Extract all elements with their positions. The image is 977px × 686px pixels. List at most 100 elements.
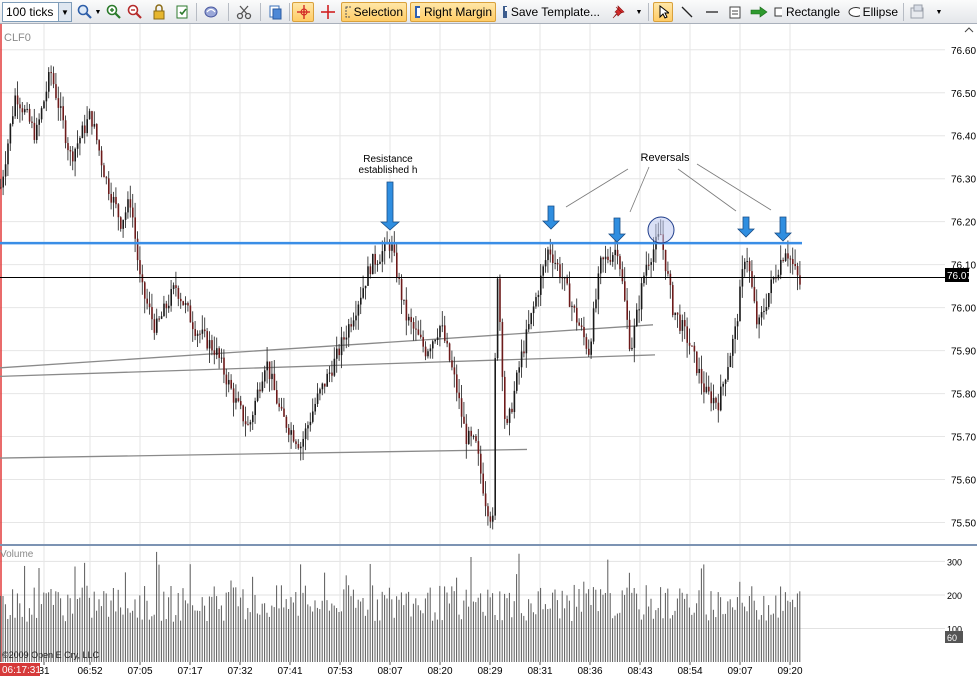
price-bar — [748, 261, 751, 272]
price-bar — [765, 306, 768, 311]
zoom-icon[interactable] — [75, 2, 95, 22]
volume-panel[interactable]: Volume ©2009 Open E Cry, LLC — [0, 546, 945, 662]
cross-icon[interactable] — [318, 2, 338, 22]
price-bar — [412, 322, 415, 329]
price-bar — [523, 351, 525, 354]
crosshair-icon[interactable] — [292, 2, 314, 22]
notepad-icon[interactable] — [725, 2, 745, 22]
price-tick-label: 75.80 — [951, 390, 976, 401]
zoom-dropdown-icon[interactable]: ▼ — [94, 2, 102, 22]
save-template-button[interactable]: Save Template... — [499, 2, 603, 22]
trendline[interactable] — [0, 448, 528, 459]
time-axis-label: 09:20 — [777, 666, 802, 677]
time-axis-label: 08:54 — [677, 666, 702, 677]
price-bar — [583, 326, 585, 338]
zoom-out-icon[interactable] — [125, 2, 145, 22]
price-bar — [218, 348, 220, 358]
price-bar — [348, 324, 350, 338]
price-bar — [252, 415, 254, 423]
price-bar — [770, 279, 772, 294]
toolbar-overflow-icon[interactable]: ▼ — [634, 2, 644, 22]
price-bar — [703, 383, 705, 393]
price-chart[interactable]: CLF0 Resistance established h Reversals — [0, 24, 945, 544]
price-bar — [148, 303, 151, 308]
time-axis-label: 07:53 — [327, 666, 352, 677]
copy-icon[interactable] — [265, 2, 285, 22]
right-margin-button[interactable]: Right Margin — [410, 2, 496, 22]
volume-bars — [0, 551, 801, 662]
price-bar — [571, 305, 573, 307]
ticks-dropdown[interactable]: 100 ticks ▼ — [2, 2, 72, 22]
price-bar — [607, 256, 609, 260]
hline-icon[interactable] — [702, 2, 722, 22]
price-bar — [369, 266, 372, 275]
cursor-time-value: 06:17:31 — [2, 665, 41, 676]
price-bar — [573, 305, 576, 308]
price-bar — [417, 329, 420, 335]
reversal-arrow-icon — [774, 216, 792, 242]
price-bar — [470, 430, 472, 437]
rectangle-tool[interactable]: Rectangle — [771, 2, 843, 22]
reversal-highlight-circle[interactable] — [647, 216, 675, 244]
price-bar — [309, 421, 312, 426]
line-icon[interactable] — [677, 2, 697, 22]
price-chart-canvas[interactable]: CLF0 Resistance established h Reversals — [0, 24, 945, 544]
price-bar — [729, 355, 732, 368]
price-bar — [223, 357, 225, 375]
price-bar — [357, 304, 360, 316]
time-axis[interactable]: 31 06:52 07:05 07:17 07:32 07:41 07:53 08:07 08:… — [0, 662, 977, 683]
arrow-icon[interactable] — [749, 2, 769, 22]
reversal-arrow-icon — [542, 205, 560, 230]
chart-template-icon[interactable] — [907, 2, 927, 22]
copyright-text: ©2009 Open E Cry, LLC — [2, 650, 100, 660]
price-bar — [799, 275, 801, 285]
pin-icon[interactable] — [609, 2, 629, 22]
chart-toolbar: 100 ticks ▼ ▼ Selection Right Margin Sav… — [0, 0, 977, 24]
price-bar — [43, 101, 45, 109]
price-bar — [679, 314, 681, 331]
price-bar — [374, 253, 376, 265]
price-bar — [247, 424, 249, 426]
volume-axis[interactable]: 300200100 60 — [945, 546, 977, 662]
zoom-in-icon[interactable] — [104, 2, 124, 22]
ellipse-tool[interactable]: Ellipse — [845, 2, 901, 22]
price-bar — [698, 368, 700, 374]
export-icon[interactable] — [172, 2, 192, 22]
price-bar — [225, 374, 228, 385]
price-axis[interactable]: 76.6076.5076.4076.3076.2076.1076.0075.90… — [945, 24, 977, 544]
vertical-scrollbar[interactable] — [961, 24, 977, 34]
price-bar — [792, 259, 794, 264]
price-bar — [249, 422, 252, 425]
price-bar — [182, 301, 184, 305]
price-tick-label: 76.40 — [951, 132, 976, 143]
price-bar — [782, 259, 784, 261]
price-bar — [122, 219, 124, 229]
price-bar — [124, 212, 127, 220]
price-bar — [780, 259, 782, 275]
price-bar — [398, 277, 400, 279]
price-bar — [127, 199, 129, 213]
price-bar — [727, 367, 729, 380]
price-bar — [559, 264, 561, 278]
pointer-icon[interactable] — [653, 2, 673, 22]
scissors-icon[interactable] — [234, 2, 254, 22]
price-bar — [588, 348, 590, 355]
price-bar — [451, 360, 453, 368]
trendlines[interactable] — [0, 324, 656, 459]
chevron-down-icon[interactable]: ▼ — [58, 3, 71, 21]
time-axis-label: 08:43 — [627, 666, 652, 677]
volume-chart-canvas[interactable]: Volume ©2009 Open E Cry, LLC — [0, 546, 945, 662]
price-bar — [278, 403, 280, 407]
selection-button[interactable]: Selection — [341, 2, 407, 22]
properties-icon[interactable] — [201, 2, 221, 22]
price-bar — [52, 73, 55, 85]
price-bar — [324, 383, 326, 387]
price-bar — [79, 137, 81, 144]
trendline[interactable] — [0, 324, 654, 369]
time-axis-labels: 31 06:52 07:05 07:17 07:32 07:41 07:53 08:07 08:… — [38, 662, 803, 677]
price-bar — [14, 95, 16, 117]
price-bar — [518, 367, 520, 373]
price-bar — [388, 244, 391, 251]
lock-icon[interactable] — [149, 2, 169, 22]
toolbar-menu-icon[interactable]: ▼ — [934, 2, 944, 22]
